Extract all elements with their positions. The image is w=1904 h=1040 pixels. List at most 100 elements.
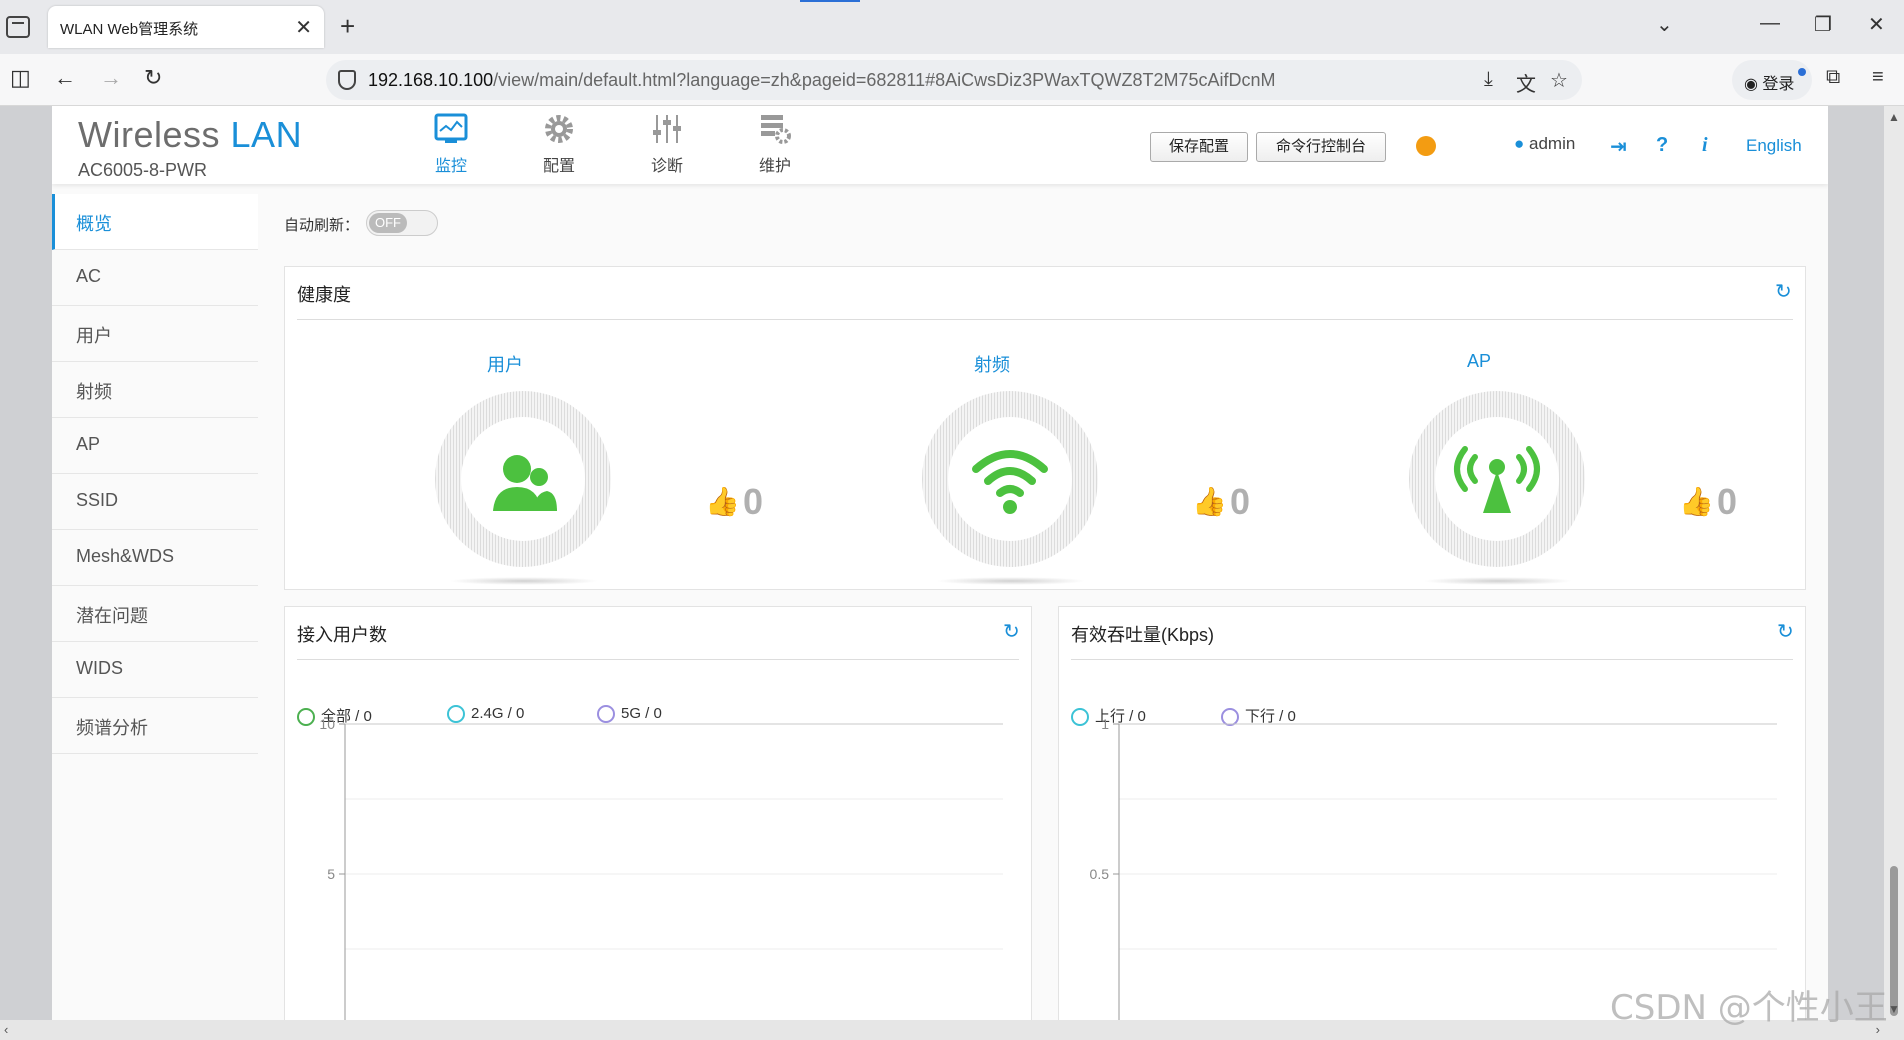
sidebar-item-spectrum[interactable]: 频谱分析 [52,698,258,754]
user-icon: ● [1514,134,1525,153]
gauge-center [948,417,1072,541]
sidebar-item-users[interactable]: 用户 [52,306,258,362]
minimize-icon[interactable]: — [1760,12,1780,35]
tab-list-icon[interactable] [6,16,30,38]
nav-monitor-label: 监控 [434,158,467,175]
thumbs-up-icon: 👍 [1679,486,1714,517]
health-panel: 健康度 ↻ 用户 👍 0 射频 👍 0 AP 👍 0 [284,266,1806,590]
watermark: CSDN @个性小王 [1610,988,1888,1028]
close-window-icon[interactable]: ✕ [1868,12,1885,37]
translate-icon[interactable]: 文 [1516,68,1536,97]
auto-refresh-label: 自动刷新： [284,217,360,234]
tab-title: WLAN Web管理系统 [60,21,199,38]
health-ap-label[interactable]: AP [1359,351,1599,372]
browser-toolbar: ◫ ← → ↻ 192.168.10.100/view/main/default… [0,54,1904,106]
vertical-scrollbar[interactable]: ▲ ▼ [1884,106,1904,1020]
shield-icon[interactable] [338,70,356,90]
nav-maintain[interactable]: 维护 [740,112,810,176]
scroll-down-icon[interactable]: ▼ [1888,1002,1900,1016]
health-radio-score: 0 [1230,481,1251,522]
thumbs-up-icon: 👍 [705,486,740,517]
throughput-line-chart: 10.5 [1090,716,1777,1020]
health-users-score: 0 [743,481,764,522]
auto-refresh: 自动刷新： OFF [284,210,438,236]
back-icon[interactable]: ← [54,65,76,91]
login-button[interactable]: ◉ 登录 [1732,60,1812,100]
gauge-center [1435,417,1559,541]
notification-dot [1798,68,1806,76]
gauge-shadow [936,577,1086,585]
username: admin [1529,134,1576,153]
nav-config[interactable]: 配置 [524,112,594,176]
favorite-star-icon[interactable]: ☆ [1550,68,1568,93]
nav-config-label: 配置 [542,158,575,175]
gauge-shadow [449,577,599,585]
help-icon[interactable]: ? [1656,134,1668,157]
logo: Wireless LAN [78,114,303,155]
scroll-left-icon[interactable]: ‹ [4,1022,8,1037]
address-bar[interactable]: 192.168.10.100/view/main/default.html?la… [326,60,1582,100]
forward-icon[interactable]: → [100,65,122,91]
gauge-center [461,417,585,541]
extensions-icon[interactable]: ⧉ [1826,66,1840,89]
sidebar-item-mesh-wds[interactable]: Mesh&WDS [52,530,258,586]
users-panel: 接入用户数 ↻ 全部 / 0 2.4G / 0 5G / 0 10 5 [284,606,1032,1020]
throughput-panel: 有效吞吐量(Kbps) ↻ 上行 / 0 下行 / 0 1 0.5 [1058,606,1806,1020]
sidebar-item-radio[interactable]: 射频 [52,362,258,418]
refresh-icon[interactable]: ↻ [1775,279,1792,304]
viewport-margin-left [0,106,52,1020]
new-tab-button[interactable]: + [340,11,355,42]
browser-tab[interactable]: WLAN Web管理系统 ✕ [48,6,324,48]
maintenance-icon [757,112,793,146]
sidebar-toggle-icon[interactable]: ◫ [10,65,31,91]
nav-diagnose-label: 诊断 [650,158,683,175]
nav-maintain-label: 维护 [758,158,791,175]
sliders-icon [649,112,685,146]
scroll-up-icon[interactable]: ▲ [1888,110,1900,124]
gear-icon [541,112,577,146]
tab-close-icon[interactable]: ✕ [295,15,312,40]
sidebar-item-ac[interactable]: AC [52,250,258,306]
scrollbar-thumb[interactable] [1890,866,1898,1016]
install-app-icon[interactable]: ⤓ [1484,68,1493,91]
maximize-icon[interactable]: ❐ [1814,12,1832,37]
users-icon [493,455,557,511]
app-header: Wireless LAN AC6005-8-PWR 监控 配置 诊断 维护 保存… [52,106,1828,184]
wifi-icon [972,450,1048,514]
sidebar-item-ap[interactable]: AP [52,418,258,474]
health-title: 健康度 [297,285,351,305]
nav-diagnose[interactable]: 诊断 [632,112,702,176]
sidebar-item-ssid[interactable]: SSID [52,474,258,530]
url-text[interactable]: 192.168.10.100/view/main/default.html?la… [368,70,1276,91]
auto-refresh-state: OFF [369,213,407,233]
sidebar-item-potential-issues[interactable]: 潜在问题 [52,586,258,642]
sidebar-item-wids[interactable]: WIDS [52,642,258,698]
nav-monitor[interactable]: 监控 [416,112,486,176]
sidebar-item-overview[interactable]: 概览 [52,194,258,250]
health-ap-score: 0 [1717,481,1738,522]
health-users-label[interactable]: 用户 [385,351,625,377]
profile-icon: ◉ [1744,76,1758,93]
user-menu[interactable]: ● admin [1514,134,1575,154]
alarm-icon[interactable] [1416,136,1436,156]
health-radio-label[interactable]: 射频 [872,351,1112,377]
web-page: Wireless LAN AC6005-8-PWR 监控 配置 诊断 维护 保存… [52,106,1828,1020]
viewport-margin-right [1828,106,1884,1020]
language-switch[interactable]: English [1746,136,1802,156]
health-users-gauge [435,391,611,567]
y-tick-label: 5 [327,866,335,882]
logout-icon[interactable]: ⇥ [1610,134,1627,159]
tab-overflow-chevron-icon[interactable]: ⌄ [1656,12,1673,37]
divider [297,319,1793,320]
info-icon[interactable]: i [1702,134,1708,157]
cli-console-button[interactable]: 命令行控制台 [1256,132,1386,162]
save-config-button[interactable]: 保存配置 [1150,132,1248,162]
reload-icon[interactable]: ↻ [144,65,162,91]
thumbs-up-icon: 👍 [1192,486,1227,517]
menu-icon[interactable]: ≡ [1872,66,1884,89]
ap-antenna-icon [1454,446,1540,513]
y-tick-label: 1 [1101,716,1109,732]
auto-refresh-toggle[interactable]: OFF [366,210,438,236]
sidebar: 概览 AC 用户 射频 AP SSID Mesh&WDS 潜在问题 WIDS 频… [52,194,258,754]
login-label: 登录 [1762,76,1795,93]
